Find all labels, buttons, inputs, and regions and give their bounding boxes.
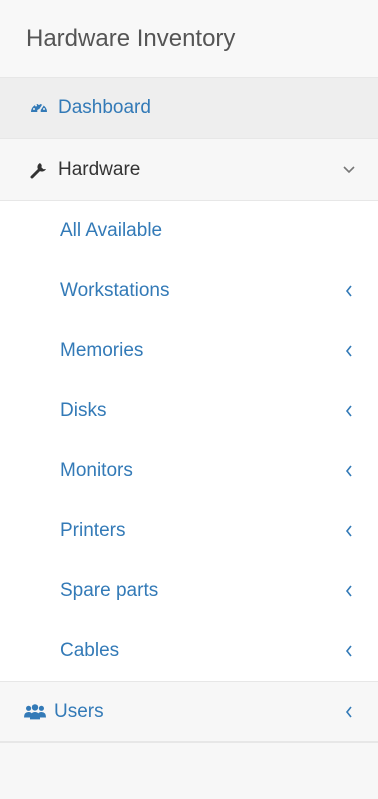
wrench-icon [28, 159, 50, 181]
hardware-submenu: All Available Workstations Memories Disk… [0, 201, 378, 681]
submenu-item-label: Disks [60, 400, 107, 421]
sidebar-nav: Dashboard Hardware [0, 78, 378, 201]
submenu-item-all-available[interactable]: All Available [0, 201, 378, 261]
sidebar: Hardware Inventory Dashboard Hardware Al… [0, 0, 378, 799]
submenu-item-label: Printers [60, 520, 126, 541]
chevron-left-icon [342, 705, 356, 719]
submenu-item-label: Spare parts [60, 580, 159, 601]
dashboard-gauge-icon [28, 97, 50, 119]
chevron-left-icon [342, 284, 356, 298]
submenu-item-printers[interactable]: Printers [0, 501, 378, 561]
sidebar-item-hardware[interactable]: Hardware [0, 139, 378, 201]
sidebar-item-label: Hardware [58, 158, 141, 180]
sidebar-item-users[interactable]: Users [0, 681, 378, 742]
chevron-left-icon [342, 524, 356, 538]
sidebar-footer-space [0, 742, 378, 799]
sidebar-item-label: Dashboard [58, 97, 151, 118]
users-icon [24, 701, 46, 723]
chevron-left-icon [342, 464, 356, 478]
submenu-item-disks[interactable]: Disks [0, 381, 378, 441]
submenu-item-label: Cables [60, 640, 120, 661]
submenu-item-memories[interactable]: Memories [0, 321, 378, 381]
submenu-item-monitors[interactable]: Monitors [0, 441, 378, 501]
app-title[interactable]: Hardware Inventory [0, 0, 378, 78]
submenu-item-label: Workstations [60, 280, 170, 301]
chevron-left-icon [342, 644, 356, 658]
chevron-down-icon [342, 163, 356, 177]
chevron-left-icon [342, 404, 356, 418]
submenu-item-workstations[interactable]: Workstations [0, 261, 378, 321]
submenu-item-label: Memories [60, 340, 144, 361]
sidebar-item-label: Users [54, 700, 104, 722]
chevron-left-icon [342, 344, 356, 358]
submenu-item-label: Monitors [60, 460, 133, 481]
sidebar-nav-bottom: Users [0, 681, 378, 742]
submenu-item-label: All Available [60, 220, 163, 241]
submenu-item-spare-parts[interactable]: Spare parts [0, 561, 378, 621]
sidebar-item-dashboard[interactable]: Dashboard [0, 78, 378, 139]
submenu-item-cables[interactable]: Cables [0, 621, 378, 681]
chevron-left-icon [342, 584, 356, 598]
